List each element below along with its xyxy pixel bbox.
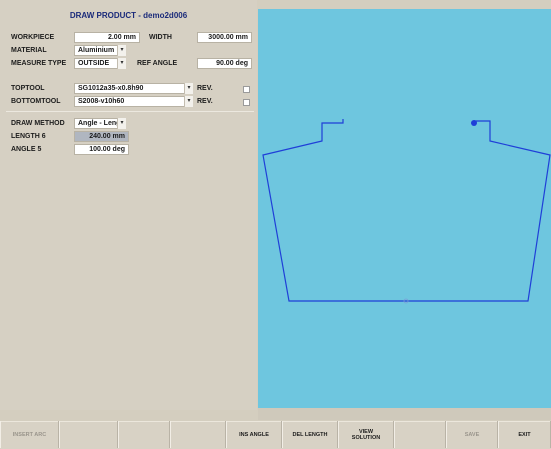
save-button[interactable]: SAVE [446, 421, 498, 448]
workpiece-label: WORKPIECE [11, 34, 55, 41]
profile-drawing[interactable] [258, 9, 551, 408]
workpiece-field[interactable]: 2.00 mm [74, 32, 140, 43]
del-length-button[interactable]: DEL LENGTH [282, 421, 338, 448]
bend-profile-line[interactable] [262, 119, 551, 302]
canvas-status-strip [258, 408, 551, 420]
length-field[interactable]: 240.00 mm [74, 131, 129, 142]
parameter-panel: DRAW PRODUCT - demo2d006 WORKPIECE 2.00 … [0, 0, 257, 410]
divider [6, 111, 254, 112]
function-button-4[interactable] [170, 421, 226, 448]
selected-vertex-icon[interactable] [471, 120, 477, 126]
ref-angle-field[interactable]: 90.00 deg [197, 58, 252, 69]
window-title: DRAW PRODUCT - demo2d006 [69, 11, 188, 20]
drawing-canvas[interactable] [258, 9, 551, 408]
exit-button[interactable]: EXIT [498, 421, 551, 448]
chevron-down-icon[interactable]: ▾ [117, 118, 126, 129]
chevron-down-icon[interactable]: ▾ [117, 45, 126, 56]
material-label: MATERIAL [11, 47, 47, 54]
width-field[interactable]: 3000.00 mm [197, 32, 252, 43]
measure-type-label: MEASURE TYPE [11, 60, 67, 67]
ins-angle-button[interactable]: INS ANGLE [226, 421, 282, 448]
toptool-rev-checkbox[interactable] [243, 86, 250, 93]
angle-label: ANGLE 5 [11, 146, 42, 153]
bottomtool-label: BOTTOMTOOL [11, 98, 61, 105]
draw-method-label: DRAW METHOD [11, 120, 65, 127]
function-button-3[interactable] [118, 421, 170, 448]
toptool-label: TOPTOOL [11, 85, 45, 92]
toptool-rev-label: REV. [197, 85, 213, 92]
function-button-8[interactable] [394, 421, 446, 448]
chevron-down-icon[interactable]: ▾ [117, 58, 126, 69]
bottomtool-select[interactable]: S2008-v10h60 [74, 96, 193, 107]
insert-arc-button[interactable]: INSERT ARC [0, 421, 59, 448]
view-solution-button[interactable]: VIEW SOLUTION [338, 421, 394, 448]
toptool-select[interactable]: SG1012a35-x0.8h90 [74, 83, 193, 94]
bottomtool-rev-checkbox[interactable] [243, 99, 250, 106]
chevron-down-icon[interactable]: ▾ [184, 96, 193, 107]
length-label: LENGTH 6 [11, 133, 46, 140]
angle-field[interactable]: 100.00 deg [74, 144, 129, 155]
chevron-down-icon[interactable]: ▾ [184, 83, 193, 94]
bottomtool-rev-label: REV. [197, 98, 213, 105]
width-label: WIDTH [149, 34, 172, 41]
ref-angle-label: REF ANGLE [137, 60, 178, 67]
function-button-2[interactable] [59, 421, 118, 448]
